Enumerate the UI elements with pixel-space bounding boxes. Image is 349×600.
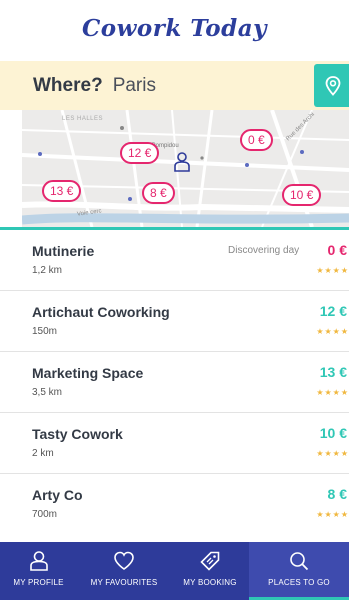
list-item[interactable]: Mutinerie 1,2 km Discovering day 0 € ★★★… <box>0 230 349 291</box>
place-distance: 1,2 km <box>32 265 63 276</box>
search-icon <box>290 552 309 571</box>
place-distance: 700m <box>32 509 58 520</box>
map-street-label: LES HALLES <box>62 116 104 122</box>
city-input[interactable]: Paris <box>113 75 156 97</box>
tab-label: MY PROFILE <box>13 578 64 587</box>
place-name: Marketing Space <box>32 365 144 381</box>
place-rating-stars: ★★★★ <box>316 327 349 336</box>
list-item[interactable]: Arty Co 700m 8 € ★★★★ <box>0 474 349 535</box>
place-distance: 2 km <box>32 448 54 459</box>
tab-label: PLACES TO GO <box>268 578 330 587</box>
map-price-pin[interactable]: 8 € <box>142 182 175 204</box>
profile-icon <box>29 551 48 571</box>
locate-me-button[interactable] <box>314 64 349 107</box>
app-header: Cowork Today <box>0 0 349 56</box>
places-list: Mutinerie 1,2 km Discovering day 0 € ★★★… <box>0 230 349 535</box>
place-name: Tasty Cowork <box>32 426 123 442</box>
user-location-icon <box>174 152 190 172</box>
app-logo: Cowork Today <box>81 14 267 42</box>
place-price: 8 € <box>327 486 347 502</box>
tab-my-booking[interactable]: MY BOOKING <box>171 542 249 600</box>
place-name: Mutinerie <box>32 243 95 259</box>
tag-icon <box>200 551 220 571</box>
place-rating-stars: ★★★★ <box>316 510 349 519</box>
place-price: 12 € <box>319 303 347 319</box>
place-name: Artichaut Coworking <box>32 304 170 320</box>
where-label: Where? <box>33 74 103 96</box>
bottom-nav: MY PROFILE MY FAVOURITES MY BOOKING PLAC… <box>0 542 349 600</box>
place-name: Arty Co <box>32 487 83 503</box>
tab-label: MY FAVOURITES <box>90 578 158 587</box>
tab-places-to-go[interactable]: PLACES TO GO <box>249 542 349 600</box>
map-price-pin[interactable]: 0 € <box>240 129 273 151</box>
location-search-bar[interactable]: Where? Paris <box>0 61 349 110</box>
place-rating-stars: ★★★★ <box>316 388 349 397</box>
map-price-pin[interactable]: 13 € <box>42 180 82 202</box>
heart-icon <box>114 551 134 570</box>
place-price: 13 € <box>319 364 347 380</box>
list-item[interactable]: Tasty Cowork 2 km 10 € ★★★★ <box>0 413 349 474</box>
list-item[interactable]: Marketing Space 3,5 km 13 € ★★★★ <box>0 352 349 413</box>
place-price: 0 € <box>327 242 347 258</box>
map-price-pin[interactable]: 12 € <box>120 142 160 164</box>
map-view[interactable]: LES HALLES Centre Pompidou Rue des Archi… <box>22 110 349 227</box>
place-distance: 3,5 km <box>32 387 63 398</box>
place-note: Discovering day <box>228 245 300 256</box>
place-distance: 150m <box>32 326 58 337</box>
tab-my-profile[interactable]: MY PROFILE <box>0 542 77 600</box>
map-price-pin[interactable]: 10 € <box>282 184 322 206</box>
list-item[interactable]: Artichaut Coworking 150m 12 € ★★★★ <box>0 291 349 352</box>
place-rating-stars: ★★★★ <box>316 449 349 458</box>
place-rating-stars: ★★★★ <box>316 266 349 275</box>
tab-label: MY BOOKING <box>183 578 237 587</box>
tab-my-favourites[interactable]: MY FAVOURITES <box>77 542 171 600</box>
location-pin-icon <box>325 75 341 96</box>
place-price: 10 € <box>319 425 347 441</box>
